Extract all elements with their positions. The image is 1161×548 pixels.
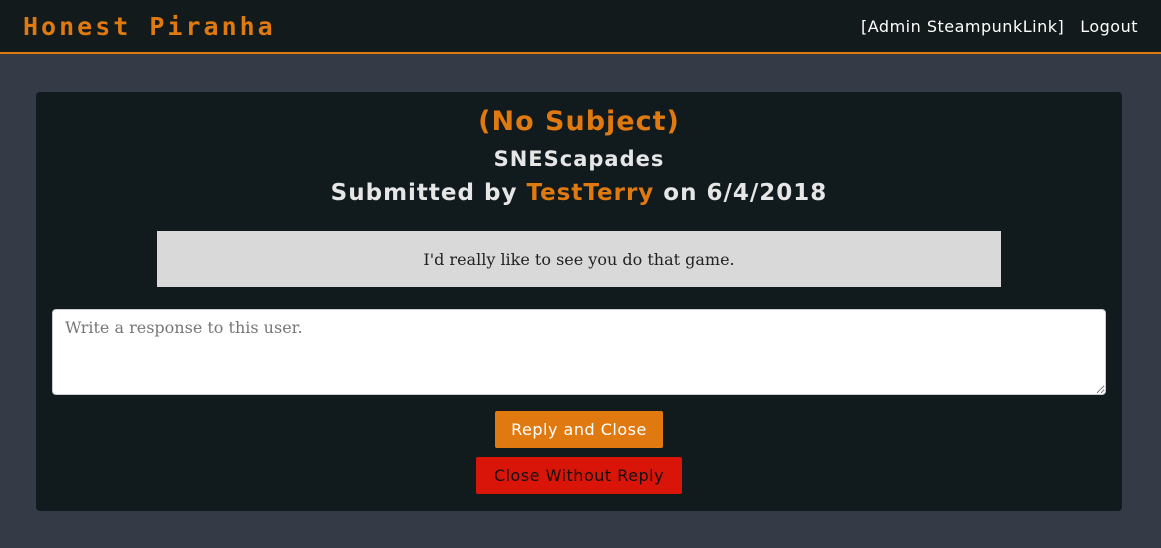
ticket-game: SNEScapades [493, 147, 665, 171]
submitted-date: on 6/4/2018 [654, 180, 828, 206]
reply-and-close-button[interactable]: Reply and Close [495, 411, 663, 448]
ticket-subject: (No Subject) [478, 106, 680, 137]
ticket-panel: (No Subject) SNEScapades Submitted by Te… [36, 92, 1122, 511]
submitted-prefix: Submitted by [330, 180, 527, 206]
nav-links: [Admin SteampunkLink] Logout [861, 17, 1138, 36]
brand-logo[interactable]: Honest Piranha [23, 12, 276, 41]
message-box: I'd really like to see you do that game. [157, 231, 1001, 287]
submitter-link[interactable]: TestTerry [526, 180, 654, 206]
admin-link[interactable]: [Admin SteampunkLink] [861, 17, 1064, 36]
message-text: I'd really like to see you do that game. [423, 249, 735, 269]
logout-link[interactable]: Logout [1080, 17, 1138, 36]
top-navbar: Honest Piranha [Admin SteampunkLink] Log… [0, 0, 1161, 54]
submitted-line: Submitted by TestTerry on 6/4/2018 [36, 180, 1122, 206]
close-without-reply-button[interactable]: Close Without Reply [476, 457, 682, 494]
response-input[interactable] [52, 309, 1106, 395]
